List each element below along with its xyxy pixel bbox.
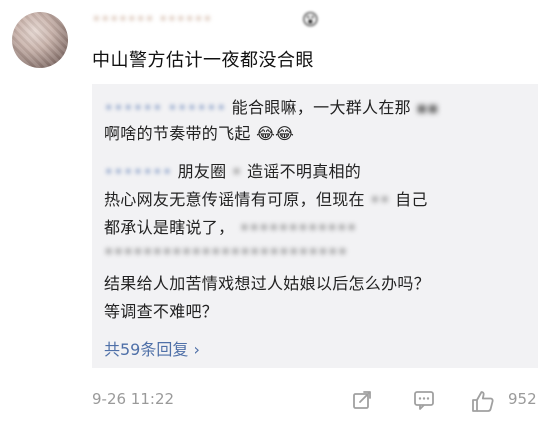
username[interactable]: ••••••• •••••• bbox=[92, 10, 212, 28]
reply-text-6-blur: ••••••••••••••••••••••••• bbox=[104, 242, 348, 261]
reply-author-1[interactable]: •••••• •••••• bbox=[104, 98, 226, 117]
reply-line-6: ••••••••••••••••••••••••• bbox=[104, 242, 347, 261]
reply-text-7: 结果给人加苦情戏想过人姑娘以后怎么办吗？ bbox=[104, 274, 431, 293]
reply-text-8: 等调查不难吧？ bbox=[104, 302, 219, 321]
reply-text-3b: 造谣不明真相的 bbox=[247, 162, 362, 181]
emoji-laughing-icon: 😂😂 bbox=[256, 124, 295, 143]
share-icon[interactable] bbox=[350, 388, 374, 412]
comment-text: 中山警方估计一夜都没合眼 bbox=[92, 50, 314, 71]
reply-text-5: 都承认是瞎说了， bbox=[104, 218, 235, 237]
comment-footer: 9-26 11:22 952 bbox=[0, 380, 556, 420]
like-count: 952 bbox=[508, 390, 537, 408]
reply-box[interactable]: •••••• •••••• 能合眼嘛，一大群人在那 ▪▪ 啊啥的节奏带的飞起 😂… bbox=[92, 84, 538, 368]
timestamp: 9-26 11:22 bbox=[92, 390, 175, 408]
reply-text-1: 能合眼嘛，一大群人在那 bbox=[231, 98, 411, 117]
reply-line-2: 啊啥的节奏带的飞起 😂😂 bbox=[104, 120, 294, 144]
reply-text-3a: 朋友圈 bbox=[177, 162, 227, 181]
reply-line-8: 等调查不难吧？ bbox=[104, 298, 218, 322]
reply-text-2: 啊啥的节奏带的飞起 bbox=[104, 124, 251, 143]
reply-text-4: 热心网友无意传谣情有可原，但现在 bbox=[104, 190, 365, 209]
reply-line-3: ••••••• 朋友圈 • 造谣不明真相的 bbox=[104, 158, 361, 182]
reply-line-4: 热心网友无意传谣情有可原，但现在 •• 自己 bbox=[104, 186, 428, 210]
avatar[interactable] bbox=[12, 12, 68, 68]
reply-text-4-tail: 自己 bbox=[395, 190, 428, 209]
reply-author-2[interactable]: ••••••• bbox=[104, 162, 172, 181]
thumbs-up-icon[interactable] bbox=[470, 388, 494, 412]
reply-text-5-blur: •••••••••••• bbox=[239, 218, 357, 237]
reply-text-4-blur: •• bbox=[370, 190, 390, 209]
reply-text-3-blur: • bbox=[231, 162, 242, 181]
reply-line-1: •••••• •••••• 能合眼嘛，一大群人在那 ▪▪ bbox=[104, 94, 439, 118]
username-emoji: 😮 bbox=[302, 10, 319, 29]
reply-text-1-tail: ▪▪ bbox=[416, 98, 439, 117]
view-replies-link[interactable]: 共59条回复 › bbox=[104, 336, 200, 360]
reply-line-7: 结果给人加苦情戏想过人姑娘以后怎么办吗？ bbox=[104, 270, 430, 294]
reply-line-5: 都承认是瞎说了， •••••••••••• bbox=[104, 214, 357, 238]
comment-icon[interactable] bbox=[412, 388, 436, 412]
